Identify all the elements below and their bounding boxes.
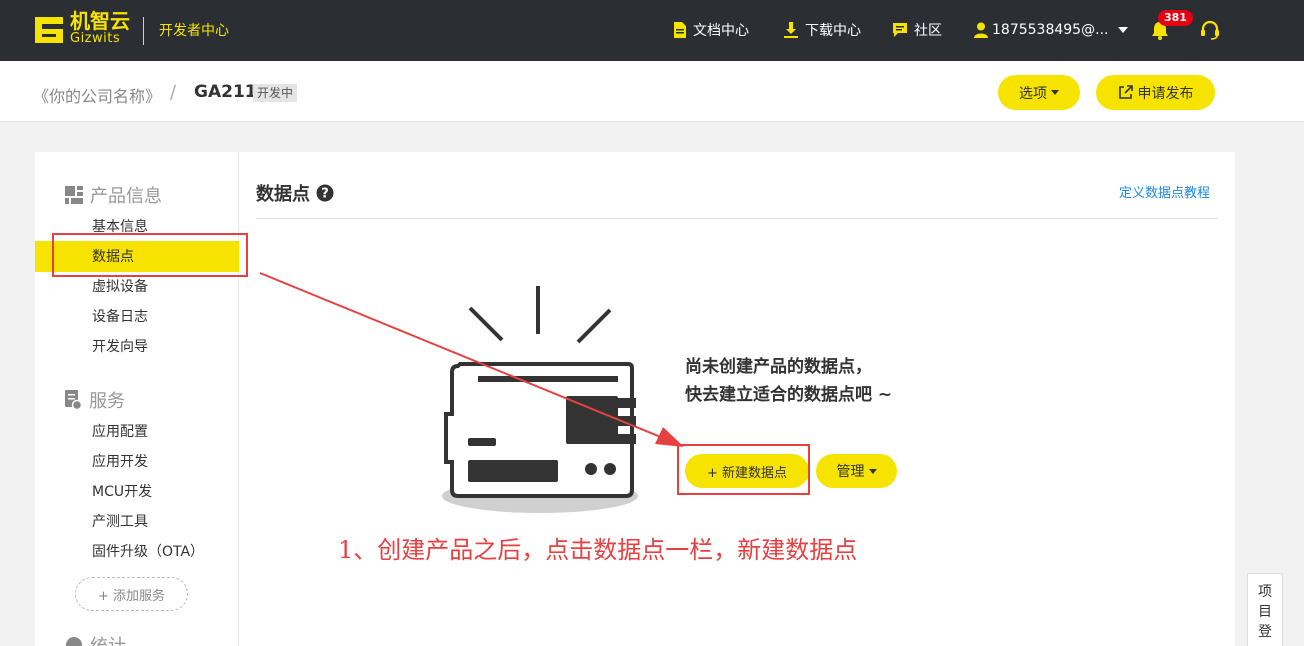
- sidebar-item-production-test[interactable]: 产测工具: [92, 513, 148, 531]
- sidebar-group-product: 产品信息: [65, 182, 162, 208]
- sidebar-group-stats-label: 统计: [90, 632, 126, 646]
- chat-icon: [893, 23, 907, 37]
- stats-icon: [66, 637, 82, 646]
- sidebar-item-app-dev[interactable]: 应用开发: [92, 453, 148, 471]
- service-icon: [65, 390, 82, 410]
- user-menu[interactable]: 1875538495@...: [974, 20, 1129, 40]
- product-header: 《你的公司名称》 / GA211 开发中 选项 申请发布: [0, 61, 1304, 122]
- nav-downloads[interactable]: 下载中心: [783, 20, 861, 40]
- status-badge: 开发中: [253, 84, 298, 102]
- logo-text-zh: 机智云: [70, 9, 130, 33]
- caret-down-icon: [1118, 27, 1129, 33]
- breadcrumb-product: GA211: [194, 82, 257, 102]
- logo-text-en: Gizwits: [70, 31, 121, 46]
- svg-text:?: ?: [321, 187, 329, 202]
- nav-community-label: 社区: [914, 23, 942, 39]
- device-illustration: [442, 286, 638, 513]
- sidebar-group-product-label: 产品信息: [90, 186, 162, 207]
- nav-downloads-label: 下载中心: [805, 23, 861, 39]
- highlight-box-new-button: [677, 444, 810, 495]
- notification-badge: 381: [1158, 10, 1193, 26]
- floating-panel-label: 项目登: [1258, 584, 1272, 640]
- sidebar-item-mcu-dev[interactable]: MCU开发: [92, 483, 152, 501]
- user-email: 1875538495@...: [992, 22, 1109, 38]
- breadcrumb-separator: /: [170, 82, 177, 103]
- title-divider: [256, 218, 1218, 219]
- sidebar-item-app-config[interactable]: 应用配置: [92, 423, 148, 441]
- sidebar-group-service: 服务: [65, 387, 125, 413]
- page-title: 数据点 ?: [256, 180, 334, 206]
- developer-center-label[interactable]: 开发者中心: [159, 22, 229, 40]
- manage-button[interactable]: 管理: [816, 454, 897, 488]
- empty-state-line1: 尚未创建产品的数据点，: [685, 357, 872, 377]
- gizwits-logo-icon[interactable]: [32, 12, 68, 48]
- nav-docs[interactable]: 文档中心: [673, 20, 749, 40]
- highlight-box-datapoints: [52, 233, 248, 277]
- content-card: 产品信息 基本信息 数据点 虚拟设备 设备日志 开发向导 服务 应用配置 应用开…: [35, 152, 1235, 646]
- add-service-button[interactable]: + 添加服务: [75, 577, 188, 611]
- sidebar-item-ota[interactable]: 固件升级（OTA）: [92, 543, 204, 561]
- sidebar-item-virtual-device[interactable]: 虚拟设备: [92, 278, 148, 296]
- sidebar-item-device-log[interactable]: 设备日志: [92, 308, 148, 326]
- help-icon[interactable]: ?: [316, 184, 334, 202]
- headset-icon[interactable]: [1200, 20, 1220, 40]
- user-icon: [974, 22, 988, 38]
- sidebar-item-dev-guide[interactable]: 开发向导: [92, 338, 148, 356]
- sidebar: 产品信息 基本信息 数据点 虚拟设备 设备日志 开发向导 服务 应用配置 应用开…: [35, 152, 239, 646]
- options-label: 选项: [1019, 85, 1047, 102]
- caret-down-icon: [868, 468, 877, 474]
- sidebar-group-stats: 统计: [65, 632, 126, 646]
- apply-publish-label: 申请发布: [1137, 85, 1194, 102]
- empty-state-line2: 快去建立适合的数据点吧 ~: [685, 385, 893, 405]
- external-link-icon: [1118, 85, 1133, 99]
- apply-publish-button[interactable]: 申请发布: [1096, 75, 1215, 110]
- dashboard-icon: [65, 186, 83, 204]
- nav-docs-label: 文档中心: [693, 23, 749, 39]
- download-icon: [784, 22, 798, 38]
- breadcrumb-company[interactable]: 《你的公司名称》: [33, 83, 161, 107]
- sidebar-group-service-label: 服务: [89, 391, 125, 412]
- manage-label: 管理: [836, 464, 865, 480]
- top-navbar: 机智云 Gizwits 开发者中心 文档中心 下载中心 社区 187553849…: [0, 0, 1304, 61]
- tutorial-annotation: 1、创建产品之后，点击数据点一栏，新建数据点: [338, 536, 858, 564]
- project-floating-panel[interactable]: 项目登: [1247, 573, 1283, 646]
- options-button[interactable]: 选项: [998, 75, 1080, 110]
- nav-community[interactable]: 社区: [892, 20, 942, 40]
- page-title-text: 数据点: [256, 184, 310, 205]
- define-datapoint-tutorial-link[interactable]: 定义数据点教程: [1119, 182, 1210, 201]
- logo-divider: [143, 17, 144, 45]
- document-icon: [674, 22, 686, 38]
- caret-down-icon: [1051, 90, 1059, 95]
